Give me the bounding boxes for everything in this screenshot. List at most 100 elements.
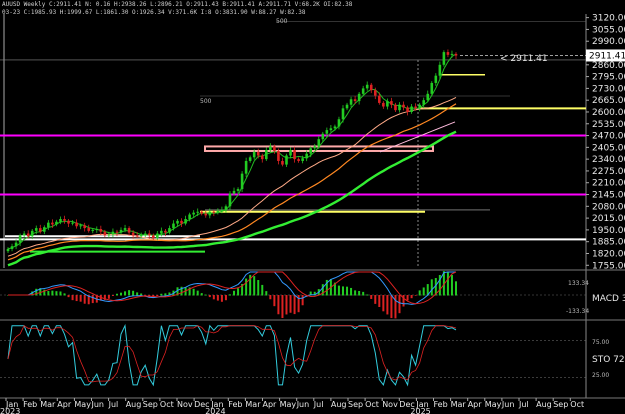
price-tick-label: 2210.00: [592, 179, 625, 189]
time-tick-label: Jul: [108, 400, 119, 409]
price-tick-label: 2470.00: [592, 132, 625, 142]
time-tick-label: Feb: [228, 400, 242, 409]
price-chart[interactable]: 3120.003055.002990.002925.002860.002795.…: [0, 0, 625, 414]
time-tick-label: Jul: [518, 400, 529, 409]
candle-body: [301, 158, 304, 161]
candle-body: [305, 153, 308, 159]
candle-body: [103, 231, 107, 236]
candle-body: [386, 101, 389, 107]
candle-body: [373, 90, 377, 96]
last-price-value: 2911.41: [589, 51, 625, 61]
macd-histogram-bar: [79, 295, 82, 302]
time-tick-label: Jun: [296, 400, 310, 409]
candle-body: [196, 211, 199, 213]
candle-body: [34, 228, 38, 231]
candle-body: [252, 151, 256, 158]
candle-body: [349, 99, 353, 105]
candle-body: [345, 104, 349, 109]
candle-body: [127, 228, 131, 233]
price-tick-label: 2795.00: [592, 73, 625, 83]
candle-body: [365, 84, 369, 89]
time-tick-label: May: [74, 400, 91, 409]
macd-histogram-bar: [128, 290, 131, 296]
macd-histogram-bar: [55, 291, 58, 296]
candle-body: [289, 150, 292, 156]
candle-body: [248, 157, 252, 161]
candle-body: [111, 231, 115, 235]
macd-histogram-bar: [120, 292, 123, 296]
time-axis: Jan Feb Mar Apr May Jun Jul Aug Sep Oct Nov Dec Jan F…: [0, 398, 584, 414]
price-tick-label: 2535.00: [592, 120, 625, 130]
candle-body: [26, 233, 30, 237]
macd-histogram-bar: [346, 286, 349, 296]
candle-body: [422, 100, 426, 105]
time-tick-label: Apr: [468, 400, 483, 409]
macd-histogram-bar: [293, 295, 296, 315]
price-tick-label: 1885.00: [592, 238, 625, 248]
candle-body: [91, 229, 95, 231]
candle-body: [438, 64, 442, 76]
macd-histogram-bar: [382, 295, 385, 312]
macd-histogram-bar: [430, 279, 433, 296]
candle-body: [454, 53, 458, 56]
macd-histogram-bar: [83, 295, 86, 304]
macd-histogram-bar: [386, 295, 389, 315]
macd-histogram-bar: [285, 295, 288, 315]
candle-body: [75, 222, 78, 227]
candle-body: [168, 228, 171, 233]
candle-body: [135, 235, 139, 237]
candle-body: [6, 248, 10, 252]
year-label: 2024: [205, 407, 225, 414]
candle-body: [143, 233, 147, 235]
sto-k-line: [7, 323, 457, 387]
time-tick-label: Apr: [263, 400, 278, 409]
time-tick-label: Nov: [177, 400, 193, 409]
sto-tick-75: 75.00: [592, 339, 609, 346]
candle-body: [285, 155, 288, 165]
candle-body: [382, 102, 385, 107]
candle-body: [410, 106, 413, 112]
macd-histogram-bar: [362, 291, 365, 296]
macd-histogram-bar: [160, 293, 163, 296]
candle-body: [176, 220, 179, 224]
macd-histogram-bar: [374, 295, 377, 304]
candle-body: [297, 159, 300, 161]
macd-histogram-bar: [196, 290, 199, 296]
time-tick-label: Aug: [126, 400, 142, 409]
macd-histogram-bar: [208, 295, 211, 298]
moving-averages: [7, 53, 457, 267]
candle-body: [180, 220, 183, 224]
macd-histogram-bar: [200, 293, 203, 296]
time-tick-label: Jun: [501, 400, 515, 409]
macd-histogram-bar: [406, 295, 409, 301]
macd-histogram-bar: [269, 295, 272, 300]
macd-histogram-bar: [366, 294, 369, 296]
macd-histogram-bar: [237, 288, 240, 296]
candle-body: [14, 242, 18, 247]
macd-histogram-bar: [156, 295, 159, 297]
candle-body: [277, 150, 280, 161]
candle-body: [236, 189, 240, 191]
candle-body: [55, 221, 58, 225]
candle-body: [361, 88, 365, 94]
candle-body: [446, 52, 450, 55]
macd-histogram-bar: [63, 293, 66, 296]
candle-body: [260, 155, 264, 160]
price-tick-label: 1755.00: [592, 261, 625, 271]
candle-body: [281, 160, 284, 165]
time-tick-label: Sep: [143, 400, 158, 409]
candle-body: [220, 209, 224, 211]
candle-body: [139, 234, 143, 237]
time-tick-label: Mar: [245, 400, 261, 409]
candle-body: [232, 190, 236, 194]
macd-histogram-bar: [410, 295, 413, 299]
candle-body: [188, 214, 191, 220]
macd-histogram-bar: [233, 290, 236, 296]
time-tick-label: May: [485, 400, 502, 409]
candle-body: [147, 233, 151, 236]
candle-body: [156, 233, 159, 239]
macd-histogram-bar: [277, 295, 280, 315]
candle-body: [357, 93, 361, 102]
sto-d-line: [7, 325, 457, 383]
time-tick-label: May: [280, 400, 297, 409]
